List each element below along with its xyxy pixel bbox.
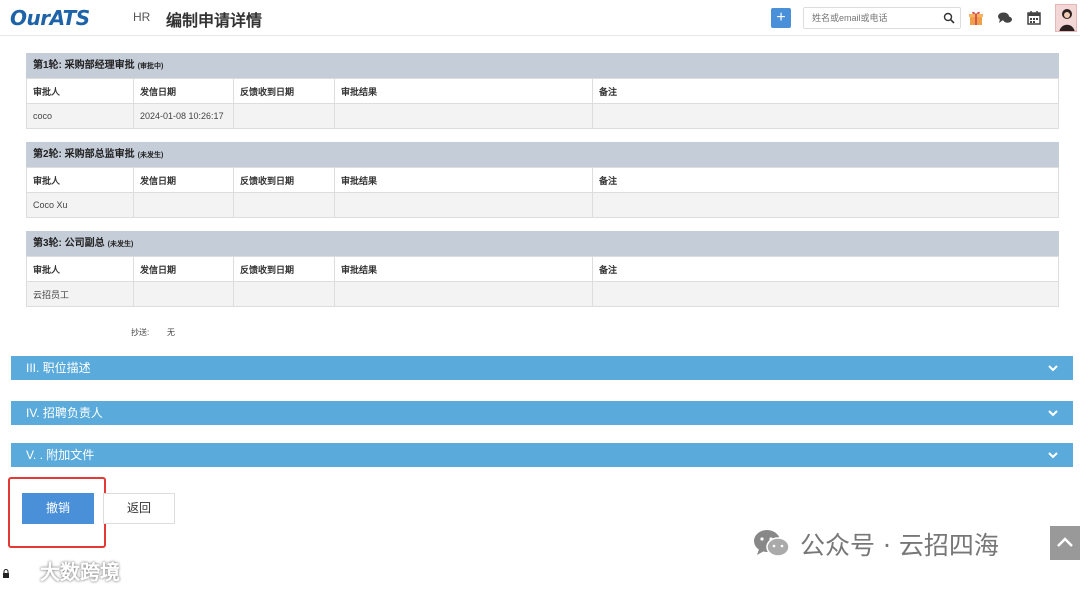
round-title: 第3轮: 公司副总 bbox=[33, 238, 105, 249]
avatar-icon bbox=[1059, 9, 1075, 31]
cc-value: 无 bbox=[167, 328, 175, 337]
cell-result bbox=[334, 192, 593, 218]
chevron-down-icon[interactable] bbox=[1048, 409, 1058, 417]
cell-send-date: 2024-01-08 10:26:17 bbox=[133, 103, 234, 129]
col-feedback-date: 反馈收到日期 bbox=[233, 167, 335, 193]
search-icon[interactable] bbox=[943, 12, 955, 24]
cell-send-date bbox=[133, 281, 234, 307]
col-approver: 审批人 bbox=[26, 256, 134, 282]
page-title: 编制申请详情 bbox=[166, 13, 263, 30]
ourats-logo[interactable]: OurATS bbox=[10, 6, 90, 30]
table-header-row: 审批人 发信日期 反馈收到日期 审批结果 备注 bbox=[26, 78, 1059, 104]
col-remark: 备注 bbox=[592, 256, 1059, 282]
watermark-text: 公众号 · 云招四海 bbox=[800, 531, 999, 560]
col-feedback-date: 反馈收到日期 bbox=[233, 78, 335, 104]
add-button[interactable]: + bbox=[771, 8, 791, 28]
top-header: OurATS HR 编制申请详情 + bbox=[0, 0, 1080, 36]
table-header-row: 审批人 发信日期 反馈收到日期 审批结果 备注 bbox=[26, 167, 1059, 193]
gift-icon[interactable] bbox=[968, 10, 984, 26]
wechat-icon bbox=[754, 530, 790, 557]
approval-table: 审批人 发信日期 反馈收到日期 审批结果 备注 云招员工 bbox=[26, 256, 1059, 307]
cancel-button[interactable]: 撤销 bbox=[22, 493, 94, 524]
section-title: V. . 附加文件 bbox=[26, 448, 95, 462]
approval-table: 审批人 发信日期 反馈收到日期 审批结果 备注 Coco Xu bbox=[26, 167, 1059, 218]
round-header: 第3轮: 公司副总 (未发生) bbox=[26, 231, 1059, 256]
lock-icon bbox=[3, 569, 9, 578]
section-recruiter[interactable]: IV. 招聘负责人 bbox=[11, 401, 1073, 425]
cell-remark bbox=[592, 103, 1059, 129]
round-status: (未发生) bbox=[107, 241, 134, 248]
col-result: 审批结果 bbox=[334, 167, 593, 193]
cell-feedback-date bbox=[233, 281, 335, 307]
section-title: III. 职位描述 bbox=[26, 361, 91, 375]
back-to-top-button[interactable] bbox=[1050, 526, 1080, 560]
col-approver: 审批人 bbox=[26, 167, 134, 193]
cell-approver: Coco Xu bbox=[26, 192, 134, 218]
cell-feedback-date bbox=[233, 192, 335, 218]
cell-approver: 云招员工 bbox=[26, 281, 134, 307]
approval-round-2: 第2轮: 采购部总监审批 (未发生) 审批人 发信日期 反馈收到日期 审批结果 备… bbox=[26, 142, 1059, 218]
round-header: 第2轮: 采购部总监审批 (未发生) bbox=[26, 142, 1059, 167]
table-row: coco 2024-01-08 10:26:17 bbox=[26, 103, 1059, 129]
cell-remark bbox=[592, 192, 1059, 218]
cell-feedback-date bbox=[233, 103, 335, 129]
watermark-wechat: 公众号 · 云招四海 bbox=[752, 526, 999, 562]
col-feedback-date: 反馈收到日期 bbox=[233, 256, 335, 282]
back-button[interactable]: 返回 bbox=[103, 493, 175, 524]
approval-table: 审批人 发信日期 反馈收到日期 审批结果 备注 coco 2024-01-08 … bbox=[26, 78, 1059, 129]
col-send-date: 发信日期 bbox=[133, 256, 234, 282]
cell-remark bbox=[592, 281, 1059, 307]
table-row: Coco Xu bbox=[26, 192, 1059, 218]
col-result: 审批结果 bbox=[334, 78, 593, 104]
round-status: (未发生) bbox=[137, 152, 164, 159]
col-remark: 备注 bbox=[592, 167, 1059, 193]
col-remark: 备注 bbox=[592, 78, 1059, 104]
chat-icon[interactable] bbox=[997, 10, 1013, 26]
nav-hr[interactable]: HR bbox=[133, 10, 150, 24]
approval-round-1: 第1轮: 采购部经理审批 (审批中) 审批人 发信日期 反馈收到日期 审批结果 备… bbox=[26, 53, 1059, 129]
round-header: 第1轮: 采购部经理审批 (审批中) bbox=[26, 53, 1059, 78]
section-job-description[interactable]: III. 职位描述 bbox=[11, 356, 1073, 380]
cc-label: 抄送: bbox=[131, 328, 150, 337]
watermark-brand: 大数跨境 bbox=[12, 556, 120, 585]
col-send-date: 发信日期 bbox=[133, 78, 234, 104]
chevron-down-icon[interactable] bbox=[1048, 364, 1058, 372]
chevron-up-icon bbox=[1057, 537, 1073, 547]
brand-icon bbox=[12, 562, 35, 579]
section-title: IV. 招聘负责人 bbox=[26, 406, 103, 420]
cell-send-date bbox=[133, 192, 234, 218]
table-row: 云招员工 bbox=[26, 281, 1059, 307]
col-result: 审批结果 bbox=[334, 256, 593, 282]
approval-round-3: 第3轮: 公司副总 (未发生) 审批人 发信日期 反馈收到日期 审批结果 备注 云… bbox=[26, 231, 1059, 307]
cell-result bbox=[334, 103, 593, 129]
cell-result bbox=[334, 281, 593, 307]
table-header-row: 审批人 发信日期 反馈收到日期 审批结果 备注 bbox=[26, 256, 1059, 282]
col-send-date: 发信日期 bbox=[133, 167, 234, 193]
user-avatar[interactable] bbox=[1055, 4, 1077, 32]
section-attachments[interactable]: V. . 附加文件 bbox=[11, 443, 1073, 467]
cell-approver: coco bbox=[26, 103, 134, 129]
round-status: (审批中) bbox=[137, 63, 164, 70]
calendar-icon[interactable] bbox=[1026, 10, 1042, 26]
search-box[interactable] bbox=[803, 7, 961, 29]
round-title: 第1轮: 采购部经理审批 bbox=[33, 60, 135, 71]
watermark-text: 大数跨境 bbox=[40, 560, 120, 584]
col-approver: 审批人 bbox=[26, 78, 134, 104]
chevron-down-icon[interactable] bbox=[1048, 451, 1058, 459]
search-input[interactable] bbox=[804, 8, 934, 28]
round-title: 第2轮: 采购部总监审批 bbox=[33, 149, 135, 160]
